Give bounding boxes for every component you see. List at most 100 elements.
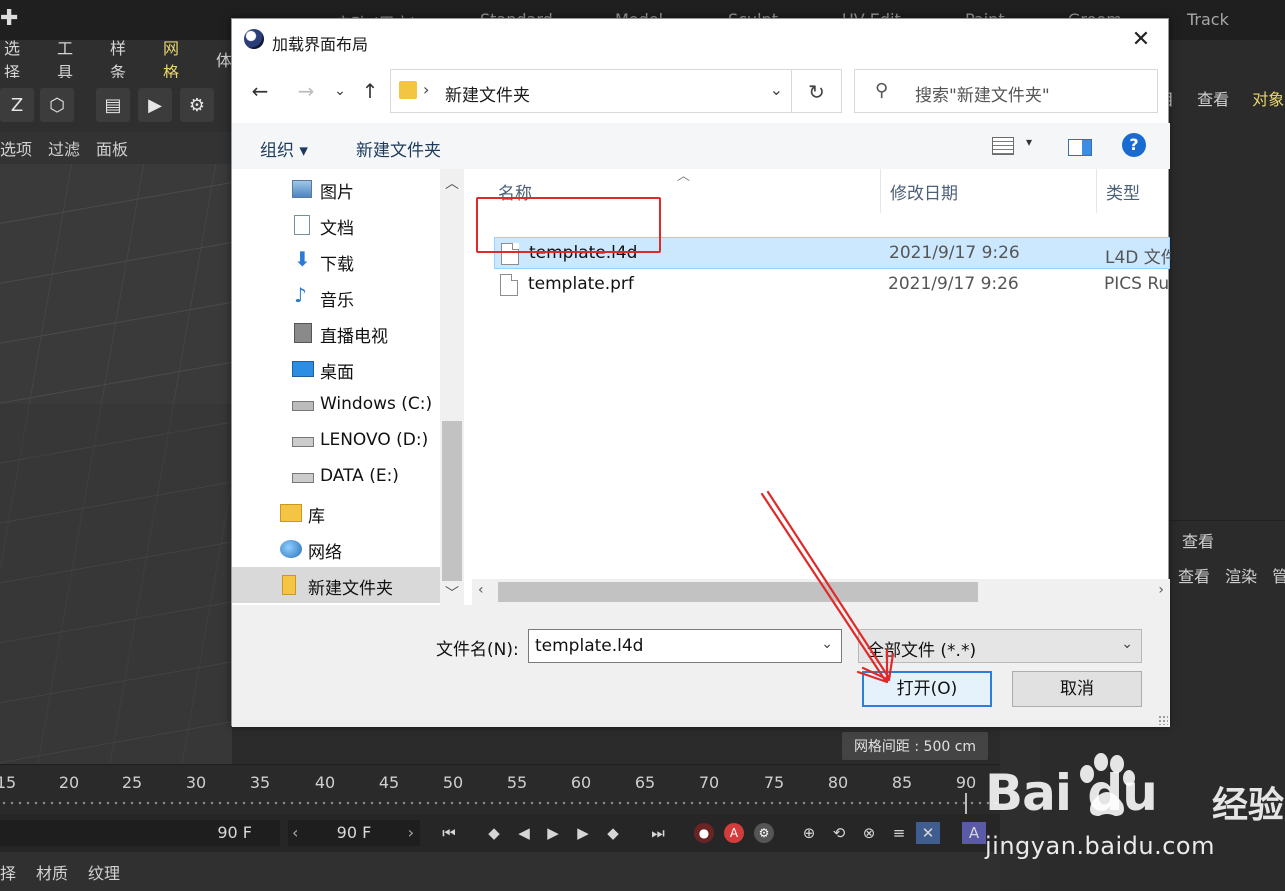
- prev-frame-icon[interactable]: ◀: [512, 822, 536, 844]
- timeline-mode-icon[interactable]: A: [962, 822, 986, 844]
- address-dropdown-icon[interactable]: ⌄: [770, 80, 783, 99]
- nav-item-label: LENOVO (D:): [320, 430, 429, 450]
- forward-button[interactable]: →: [292, 77, 320, 105]
- new-folder-button[interactable]: 新建文件夹: [356, 136, 441, 161]
- filename-field[interactable]: template.l4d ⌄: [528, 629, 842, 663]
- refresh-button[interactable]: ↻: [792, 69, 842, 113]
- viewport[interactable]: [0, 164, 232, 764]
- mat-menu-select[interactable]: 择: [0, 860, 16, 884]
- scrollbar-thumb[interactable]: [442, 421, 462, 581]
- nav-item-downloads[interactable]: ⬇ 下载: [232, 243, 440, 279]
- key-pla-icon[interactable]: ✕: [916, 822, 940, 844]
- menu-volume[interactable]: 体: [216, 47, 232, 71]
- render-settings-icon[interactable]: ⚙: [180, 88, 214, 122]
- frame-decrement-icon[interactable]: ‹: [292, 820, 298, 846]
- key-position-icon[interactable]: ⊕: [797, 822, 821, 844]
- nav-item-drive-d[interactable]: LENOVO (D:): [232, 423, 440, 459]
- menu-select[interactable]: 选择: [4, 35, 35, 83]
- menu-mesh[interactable]: 网格: [163, 35, 194, 83]
- column-header-modified[interactable]: 修改日期: [890, 179, 958, 204]
- mat-menu-texture[interactable]: 纹理: [88, 860, 120, 884]
- file-list-hscrollbar[interactable]: ‹ ›: [472, 579, 1170, 605]
- navigation-bar: ← → ⌄ ↑ › 新建文件夹 ⌄ ↻ ⚲ 搜索"新建文件夹": [232, 67, 1170, 117]
- frame-increment-icon[interactable]: ›: [408, 820, 414, 846]
- record-icon[interactable]: ●: [694, 823, 714, 843]
- attr-tab-render[interactable]: 渲染: [1225, 567, 1257, 586]
- nav-item-new-folder[interactable]: 新建文件夹: [232, 567, 440, 603]
- next-frame-icon[interactable]: ▶: [571, 822, 595, 844]
- menu-spline[interactable]: 样条: [110, 35, 141, 83]
- back-button[interactable]: ←: [246, 77, 274, 105]
- annotation-highlight-box: [476, 197, 661, 253]
- address-bar[interactable]: › 新建文件夹 ⌄: [390, 69, 792, 113]
- layout-tab-track[interactable]: Track: [1187, 10, 1229, 29]
- render-view-icon[interactable]: ▤: [96, 88, 130, 122]
- up-button[interactable]: ↑: [356, 77, 384, 105]
- breadcrumb[interactable]: 新建文件夹: [445, 81, 530, 106]
- organize-button[interactable]: 组织 ▾: [260, 136, 308, 161]
- keyframe-settings-icon[interactable]: ⚙: [754, 823, 774, 843]
- z-axis-icon[interactable]: Z: [0, 88, 34, 122]
- resize-grip-icon[interactable]: [1158, 715, 1168, 725]
- key-param-icon[interactable]: ≡: [887, 822, 911, 844]
- scroll-right-icon[interactable]: ›: [1158, 582, 1164, 598]
- viewport-menu-filter[interactable]: 过滤: [48, 136, 80, 160]
- viewport-menu-panel[interactable]: 面板: [96, 136, 128, 160]
- objects-tab-view[interactable]: 查看: [1197, 90, 1229, 109]
- filetype-select[interactable]: 全部文件 (*.*) ⌄: [858, 629, 1142, 663]
- nav-item-documents[interactable]: 文档: [232, 207, 440, 243]
- close-button[interactable]: ✕: [1128, 27, 1154, 53]
- add-layout-icon[interactable]: ✚: [0, 6, 18, 31]
- menu-tools[interactable]: 工具: [57, 35, 88, 83]
- play-icon[interactable]: ▶: [541, 822, 565, 844]
- next-key-icon[interactable]: ◆: [601, 822, 625, 844]
- scroll-down-icon[interactable]: ﹀: [440, 583, 464, 603]
- filename-dropdown-icon[interactable]: ⌄: [821, 636, 833, 652]
- file-row-template-prf[interactable]: template.prf 2021/9/17 9:26 PICS Rules: [494, 269, 1170, 301]
- open-button[interactable]: 打开(O): [862, 671, 992, 707]
- cancel-button[interactable]: 取消: [1012, 671, 1142, 707]
- mat-menu-material[interactable]: 材质: [36, 860, 68, 884]
- timeline-ruler[interactable]: 15 20 25 30 35 40 45 50 55 60 65 70 75 8…: [0, 764, 1000, 815]
- help-icon[interactable]: ?: [1122, 133, 1146, 157]
- nav-item-music[interactable]: ♪ 音乐: [232, 279, 440, 315]
- key-rotation-icon[interactable]: ⟲: [827, 822, 851, 844]
- nav-item-drive-c[interactable]: Windows (C:): [232, 387, 440, 423]
- end-frame-field[interactable]: 90 F: [0, 820, 280, 846]
- filetype-dropdown-icon[interactable]: ⌄: [1121, 636, 1133, 652]
- key-scale-icon[interactable]: ⊗: [857, 822, 881, 844]
- attr-tab-manage[interactable]: 管: [1272, 567, 1285, 586]
- nav-item-drive-e[interactable]: DATA (E:): [232, 459, 440, 495]
- column-divider[interactable]: [1096, 169, 1097, 213]
- nav-item-libraries[interactable]: 库: [232, 495, 440, 531]
- timeline-ticks: [0, 801, 1000, 805]
- autokey-icon[interactable]: A: [724, 823, 744, 843]
- preview-pane-icon[interactable]: [1068, 139, 1092, 156]
- render-picture-viewer-icon[interactable]: ▶: [138, 88, 172, 122]
- nav-item-network[interactable]: 网络: [232, 531, 440, 567]
- coordinate-system-icon[interactable]: ⬡: [40, 88, 74, 122]
- scroll-up-icon[interactable]: ︿: [440, 173, 464, 193]
- scroll-left-icon[interactable]: ‹: [478, 582, 484, 598]
- nav-item-live-tv[interactable]: 直播电视: [232, 315, 440, 351]
- attr-tab-view[interactable]: 查看: [1178, 567, 1210, 586]
- objects-tab-object[interactable]: 对象: [1252, 90, 1284, 109]
- hscroll-thumb[interactable]: [498, 582, 978, 602]
- recent-locations-button[interactable]: ⌄: [326, 77, 354, 105]
- prev-key-icon[interactable]: ◆: [482, 822, 506, 844]
- current-frame-field[interactable]: ‹ 90 F ›: [288, 820, 420, 846]
- view-dropdown-icon[interactable]: ▾: [1026, 135, 1032, 149]
- view-options-icon[interactable]: [992, 137, 1014, 155]
- column-divider[interactable]: [880, 169, 881, 213]
- navigation-scrollbar[interactable]: ︿ ﹀: [440, 169, 464, 605]
- nav-item-pictures[interactable]: 图片: [232, 171, 440, 207]
- nav-item-desktop[interactable]: 桌面: [232, 351, 440, 387]
- nav-item-label: 音乐: [320, 291, 354, 311]
- timeline-playhead[interactable]: [965, 793, 967, 815]
- viewport-menu-options[interactable]: 选项: [0, 136, 32, 160]
- column-header-type[interactable]: 类型: [1106, 179, 1140, 204]
- search-input[interactable]: ⚲ 搜索"新建文件夹": [854, 69, 1158, 113]
- breadcrumb-separator-icon[interactable]: ›: [423, 80, 429, 99]
- go-to-start-icon[interactable]: ⏮: [437, 822, 461, 844]
- go-to-end-icon[interactable]: ⏭: [646, 822, 670, 844]
